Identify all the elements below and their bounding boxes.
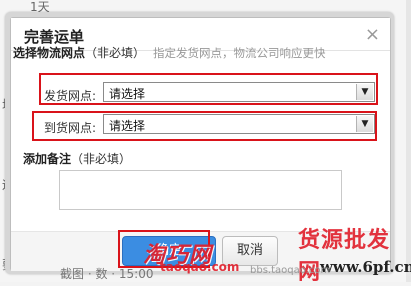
watermark: 货源批发网 <box>298 228 391 285</box>
origin-branch-label: 发货网点: <box>44 89 97 103</box>
destination-branch-label: 到货网点: <box>44 121 97 135</box>
watermark: bbs.taoqao.com <box>250 265 331 276</box>
logistics-branch-section-title: 选择物流网点（非必填） 指定发货网点，物流公司响应更快 <box>13 44 326 61</box>
optional-note: （非必填） <box>71 152 132 166</box>
select-value: 请选择 <box>109 87 146 101</box>
remark-section-title: 添加备注（非必填） <box>23 150 131 167</box>
remark-textarea[interactable] <box>59 170 342 210</box>
select-value: 请选择 <box>109 119 146 133</box>
remark-title-text: 添加备注 <box>23 152 72 166</box>
section-hint: 指定发货网点，物流公司响应更快 <box>153 46 326 60</box>
close-icon[interactable]: × <box>365 24 380 45</box>
section-title-text: 选择物流网点 <box>13 46 86 60</box>
destination-branch-select[interactable]: 请选择 ▼ <box>103 114 375 134</box>
origin-branch-select[interactable]: 请选择 ▼ <box>103 82 375 102</box>
watermark: taoqao.com <box>160 260 240 274</box>
background-text: 截图 · 数 · 15:00 <box>60 267 154 281</box>
chevron-down-icon[interactable]: ▼ <box>356 116 373 132</box>
optional-note: （非必填） <box>85 46 146 60</box>
watermark: www.6pf.cn <box>320 258 411 276</box>
chevron-down-icon[interactable]: ▼ <box>356 84 373 100</box>
